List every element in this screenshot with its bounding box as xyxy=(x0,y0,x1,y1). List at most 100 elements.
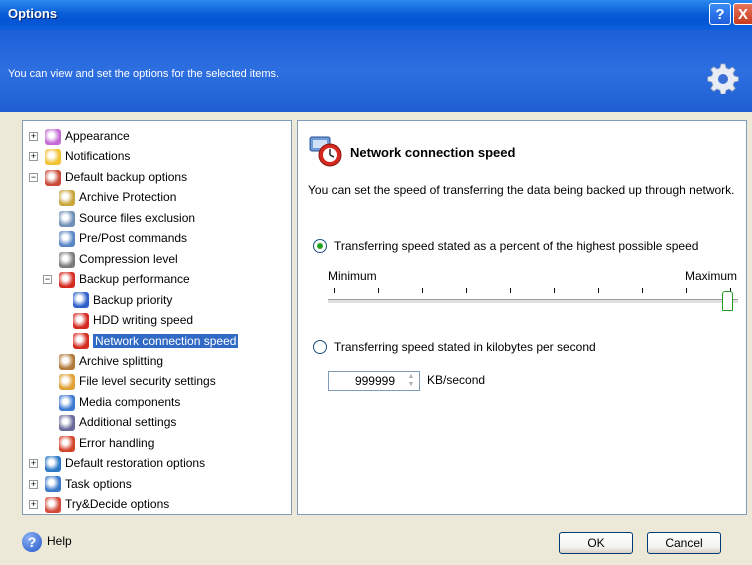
restore-icon xyxy=(45,456,61,473)
kb-speed-value: 999999 xyxy=(354,374,395,388)
tree-item[interactable]: Default backup options xyxy=(45,168,187,186)
tree-item[interactable]: Network connection speed xyxy=(73,332,239,350)
panel-description: You can set the speed of transferring th… xyxy=(308,183,735,197)
tree-item-label: Media components xyxy=(79,394,181,409)
tree-item[interactable]: HDD writing speed xyxy=(73,311,193,329)
security-icon xyxy=(59,374,75,391)
options-tree: Appearance + Notifications + Default backup … xyxy=(22,120,292,515)
tree-expander[interactable]: − xyxy=(43,275,52,285)
commands-icon xyxy=(59,231,75,248)
kb-speed-radio[interactable] xyxy=(313,340,327,354)
error-icon xyxy=(59,435,75,452)
performance-icon xyxy=(59,271,75,288)
tree-item[interactable]: Compression level xyxy=(59,250,178,268)
compression-icon xyxy=(59,251,75,268)
tree-expander[interactable]: + xyxy=(29,132,38,141)
tree-item[interactable]: Task options xyxy=(45,475,132,493)
tree-expander[interactable]: + xyxy=(29,479,38,489)
slider-tick xyxy=(334,288,335,293)
tree-item[interactable]: Source files exclusion xyxy=(59,209,195,227)
tree-item[interactable]: Archive Protection xyxy=(59,188,177,207)
kb-unit-label: KB/second xyxy=(427,373,486,387)
cancel-button[interactable]: Cancel xyxy=(647,532,721,554)
slider-tick xyxy=(378,288,379,293)
tree-item-label: Source files exclusion xyxy=(79,210,196,225)
close-button[interactable]: X xyxy=(733,3,752,25)
header-banner: You can view and set the options for the… xyxy=(0,30,752,112)
media-icon xyxy=(59,394,75,411)
tree-item[interactable]: Notifications xyxy=(45,147,131,166)
help-label: Help xyxy=(47,534,72,548)
tree-item-label: Network connection speed xyxy=(93,333,239,348)
banner-description: You can view and set the options for the… xyxy=(8,68,280,80)
tree-item-label: Archive Protection xyxy=(79,190,177,205)
tree-expander[interactable]: + xyxy=(29,500,38,510)
gear-icon xyxy=(707,63,739,94)
slider-tick xyxy=(554,288,555,293)
slider-tick xyxy=(642,288,643,293)
tree-item[interactable]: Default restoration options xyxy=(45,454,205,473)
slider-tick xyxy=(466,288,467,293)
tree-item-label: Pre/Post commands xyxy=(79,231,188,246)
tree-item[interactable]: Appearance xyxy=(45,127,130,145)
tree-item[interactable]: Pre/Post commands xyxy=(59,229,188,248)
tree-item[interactable]: File level security settings xyxy=(59,372,216,391)
slider-tick xyxy=(510,288,511,293)
slider-max-label: Maximum xyxy=(685,269,738,283)
filter-icon xyxy=(59,210,75,227)
percent-speed-label: Transferring speed stated as a percent o… xyxy=(334,239,699,253)
notifications-icon xyxy=(45,149,61,166)
tree-item[interactable]: Media components xyxy=(59,393,180,411)
backup-options-icon xyxy=(45,169,61,186)
hdd-speed-icon xyxy=(73,312,89,329)
tree-expander[interactable]: + xyxy=(29,459,38,469)
spin-arrows-icon[interactable]: ▲ ▼ xyxy=(404,373,418,389)
tree-item-label: Error handling xyxy=(79,435,155,450)
tree-item-label: Archive splitting xyxy=(79,353,164,368)
tree-item-label: Appearance xyxy=(65,129,130,143)
tree-item[interactable]: Additional settings xyxy=(59,413,177,432)
tree-item-label: Try&Decide options xyxy=(65,497,170,512)
tree-expander[interactable]: + xyxy=(29,152,38,162)
tree-item[interactable]: Backup priority xyxy=(73,291,172,309)
slider-min-label: Minimum xyxy=(328,269,377,283)
priority-icon xyxy=(73,292,89,309)
splitting-icon xyxy=(59,353,75,370)
tree-item[interactable]: Archive splitting xyxy=(59,352,163,370)
tree-item-label: Additional settings xyxy=(79,415,177,430)
tree-item-label: Default backup options xyxy=(65,169,188,184)
network-speed-icon xyxy=(309,136,342,167)
percent-speed-radio[interactable] xyxy=(313,239,327,253)
tree-item-label: Backup priority xyxy=(93,292,173,307)
window-title: Options xyxy=(8,6,58,21)
ok-button[interactable]: OK xyxy=(559,532,633,554)
kb-speed-input[interactable]: 999999 ▲ ▼ xyxy=(328,371,420,391)
help-title-button[interactable]: ? xyxy=(709,3,731,25)
tree-item[interactable]: Error handling xyxy=(59,434,154,452)
tree-item-label: Backup performance xyxy=(79,272,190,287)
speed-slider-thumb[interactable] xyxy=(722,291,733,311)
tree-item-label: File level security settings xyxy=(79,374,216,389)
kb-speed-label: Transferring speed stated in kilobytes p… xyxy=(334,340,596,354)
network-speed-icon xyxy=(73,333,89,350)
close-icon: X xyxy=(737,6,748,23)
tree-expander[interactable]: − xyxy=(29,172,38,182)
slider-tick xyxy=(598,288,599,293)
tree-item-label: Compression level xyxy=(79,251,178,266)
panel-title: Network connection speed xyxy=(350,145,516,160)
tree-item[interactable]: Try&Decide options xyxy=(45,495,169,513)
tree-item[interactable]: Backup performance xyxy=(59,270,190,288)
slider-tick xyxy=(422,288,423,293)
question-icon: ? xyxy=(715,6,725,23)
help-icon: ? xyxy=(22,532,42,552)
tree-item-label: HDD writing speed xyxy=(93,313,194,328)
speed-slider-track[interactable] xyxy=(328,299,738,304)
lock-icon xyxy=(59,190,75,207)
appearance-icon xyxy=(45,128,61,145)
tree-item-label: Notifications xyxy=(65,149,131,164)
tree-item-label: Task options xyxy=(65,476,132,491)
task-icon xyxy=(45,476,61,493)
try-decide-icon xyxy=(45,496,61,513)
settings-icon xyxy=(59,415,75,432)
title-bar: Options ? X xyxy=(0,0,752,30)
